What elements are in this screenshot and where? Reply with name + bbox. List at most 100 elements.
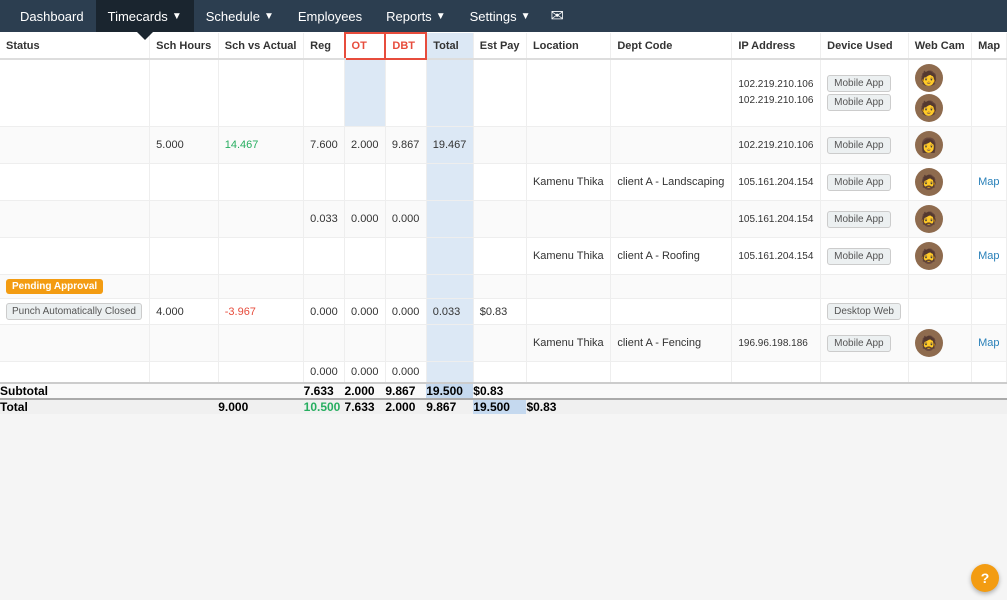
table-row: 0.000 0.000 0.000 [0, 362, 1007, 384]
map-link[interactable]: Map [978, 337, 999, 349]
mail-icon[interactable]: ✉ [542, 6, 571, 26]
cell-ip: 105.161.204.154 [732, 164, 821, 201]
cell-total [426, 362, 473, 384]
nav-dashboard-label: Dashboard [20, 9, 84, 24]
cell-sch-hours: 4.000 [150, 299, 219, 325]
cell-dept-code [611, 299, 732, 325]
total-row: Total 9.000 10.500 7.633 2.000 9.867 19.… [0, 399, 1007, 414]
mobile-app-btn[interactable]: Mobile App [827, 211, 890, 228]
reports-arrow-icon: ▼ [436, 11, 446, 22]
help-button[interactable]: ? [971, 564, 999, 592]
cell-total [426, 201, 473, 238]
map-link[interactable]: Map [978, 176, 999, 188]
cell-status [0, 362, 150, 384]
avatar: 🧑 [915, 64, 943, 92]
mobile-app-btn[interactable]: Mobile App [827, 335, 890, 352]
cell-sch-hours [150, 238, 219, 275]
cell-ip [732, 362, 821, 384]
cell-est-pay [473, 275, 526, 299]
cell-location: Kamenu Thika [526, 238, 610, 275]
total-ip [821, 399, 909, 414]
cell-dept-code [611, 201, 732, 238]
avatar-face: 🧔 [915, 168, 943, 196]
cell-device: Mobile App [821, 127, 909, 164]
cell-status: Pending Approval [0, 275, 150, 299]
cell-ot [345, 325, 386, 362]
cell-map [972, 201, 1007, 238]
cell-map [972, 362, 1007, 384]
cell-total [426, 275, 473, 299]
cell-ip [732, 299, 821, 325]
cell-sch-vs-actual [218, 362, 303, 384]
cell-dept-code [611, 362, 732, 384]
cell-location [526, 275, 610, 299]
cell-sch-vs-actual [218, 275, 303, 299]
cell-ot [345, 59, 386, 127]
total-label: Total [0, 399, 218, 414]
col-header-status: Status [0, 33, 150, 59]
total-device [908, 399, 971, 414]
cell-location [526, 59, 610, 127]
avatar: 🧔 [915, 168, 943, 196]
cell-dbt [385, 325, 426, 362]
map-link[interactable]: Map [978, 250, 999, 262]
cell-total [426, 238, 473, 275]
col-header-dept-code: Dept Code [611, 33, 732, 59]
cell-ip: 102.219.210.106 [732, 127, 821, 164]
avatar-face-2: 🧑 [915, 94, 943, 122]
cell-reg [304, 164, 345, 201]
cell-reg [304, 59, 345, 127]
total-webcam [972, 399, 1007, 414]
cell-sch-vs-actual [218, 325, 303, 362]
cell-status [0, 238, 150, 275]
cell-est-pay [473, 164, 526, 201]
mobile-app-btn-2[interactable]: Mobile App [827, 94, 890, 111]
mobile-app-btn[interactable]: Mobile App [827, 248, 890, 265]
col-header-ot: OT [345, 33, 386, 59]
cell-status [0, 59, 150, 127]
cell-map [972, 127, 1007, 164]
cell-device: Mobile App Mobile App [821, 59, 909, 127]
total-est-pay: $0.83 [526, 399, 610, 414]
cell-ot: 0.000 [345, 201, 386, 238]
cell-map[interactable]: Map [972, 325, 1007, 362]
avatar: 🧔 [915, 242, 943, 270]
cell-map[interactable]: Map [972, 164, 1007, 201]
cell-dbt: 0.000 [385, 201, 426, 238]
cell-webcam: 🧔 [908, 238, 971, 275]
nav-reports[interactable]: Reports ▼ [374, 0, 457, 32]
nav-schedule[interactable]: Schedule ▼ [194, 0, 286, 32]
cell-est-pay [473, 201, 526, 238]
mobile-app-btn[interactable]: Mobile App [827, 174, 890, 191]
cell-reg [304, 325, 345, 362]
cell-ip: 102.219.210.106102.219.210.106 [732, 59, 821, 127]
mobile-app-btn[interactable]: Mobile App [827, 75, 890, 92]
cell-ip: 105.161.204.154 [732, 238, 821, 275]
cell-map[interactable]: Map [972, 238, 1007, 275]
cell-device: Desktop Web [821, 299, 909, 325]
cell-ip [732, 275, 821, 299]
total-dbt: 9.867 [426, 399, 473, 414]
nav-settings[interactable]: Settings ▼ [458, 0, 543, 32]
cell-webcam [908, 362, 971, 384]
cell-location [526, 299, 610, 325]
nav-employees[interactable]: Employees [286, 0, 374, 32]
cell-location [526, 201, 610, 238]
col-header-total: Total [426, 33, 473, 59]
cell-dbt: 0.000 [385, 299, 426, 325]
cell-dept-code [611, 275, 732, 299]
mobile-app-btn[interactable]: Mobile App [827, 137, 890, 154]
cell-est-pay: $0.83 [473, 299, 526, 325]
desktop-web-btn[interactable]: Desktop Web [827, 303, 901, 320]
cell-sch-vs-actual [218, 238, 303, 275]
cell-dept-code [611, 59, 732, 127]
subtotal-ip [732, 383, 821, 399]
timecards-table: Status Sch Hours Sch vs Actual Reg OT DB… [0, 32, 1007, 414]
nav-dashboard[interactable]: Dashboard [8, 0, 96, 32]
subtotal-sch-hours [218, 383, 303, 399]
nav-timecards[interactable]: Timecards ▼ [96, 0, 194, 32]
cell-webcam: 🧔 [908, 201, 971, 238]
cell-reg: 0.000 [304, 362, 345, 384]
table-row: Pending Approval [0, 275, 1007, 299]
subtotal-location [526, 383, 610, 399]
